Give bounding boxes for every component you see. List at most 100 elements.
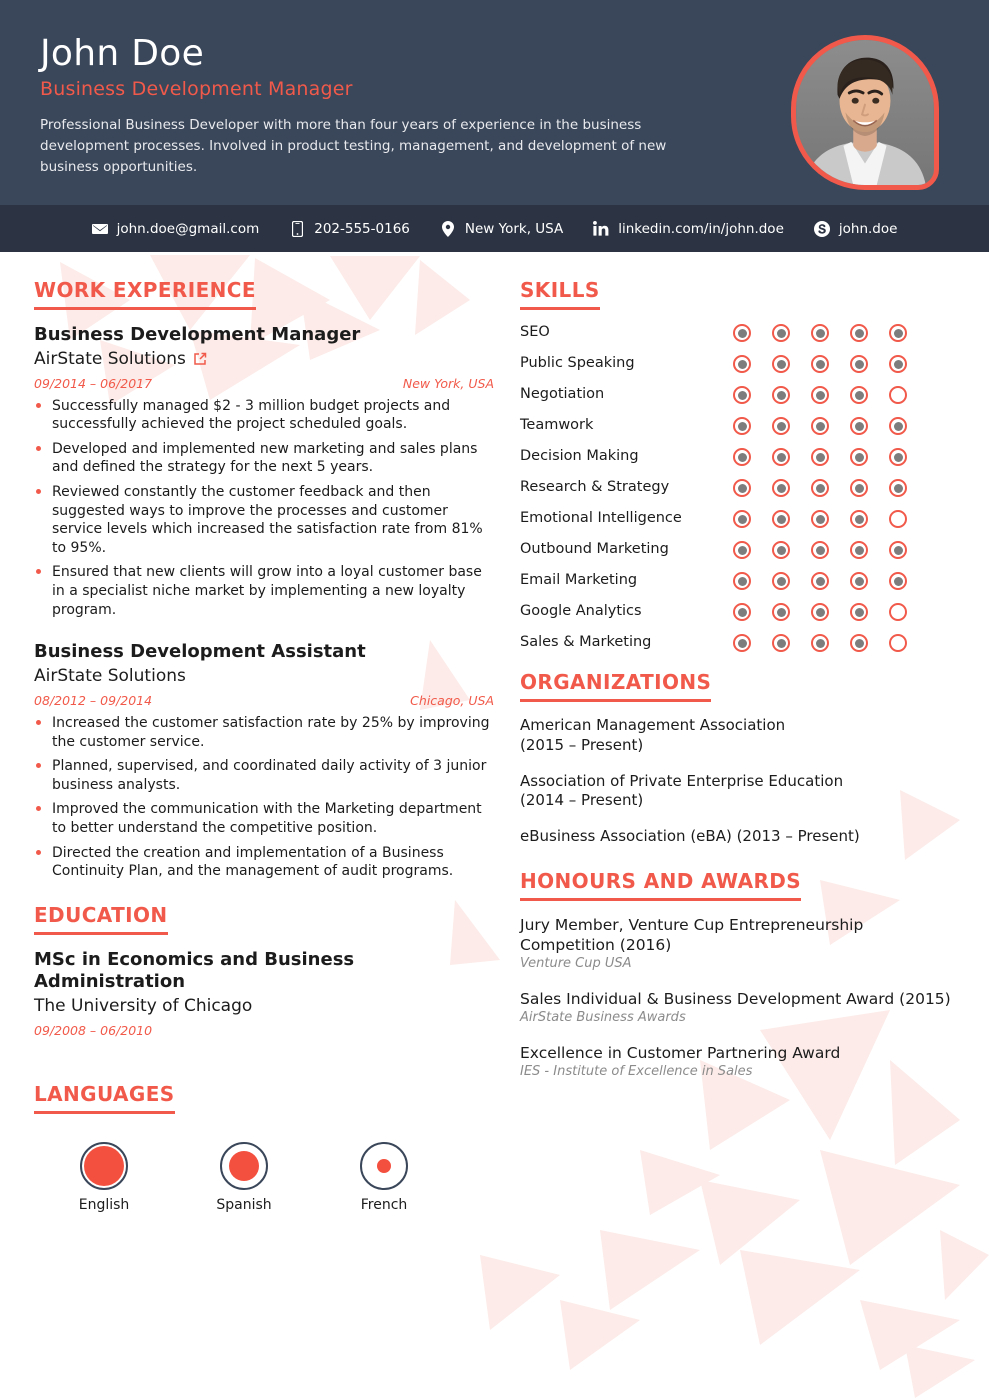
skype-icon (813, 220, 830, 237)
education-entry: MSc in Economics and Business Administra… (34, 949, 494, 1038)
linkedin-icon (593, 221, 609, 237)
skill-dot-filled (733, 448, 751, 466)
work-experience-entry: Business Development Assistant AirState … (34, 641, 494, 880)
job-bullet-list: Successfully managed $2 - 3 million budg… (34, 397, 494, 620)
language-level-fill (84, 1145, 124, 1186)
education-school: The University of Chicago (34, 995, 253, 1016)
contact-item-linkedin[interactable]: linkedin.com/in/john.doe (593, 221, 784, 237)
work-experience-entry: Business Development Manager AirState So… (34, 324, 494, 619)
skill-dot-filled (772, 572, 790, 590)
skill-dot-filled (733, 572, 751, 590)
skill-dot-filled (889, 417, 907, 435)
skill-dot-filled (811, 324, 829, 342)
portrait-photo-icon (796, 40, 934, 185)
skill-dot-filled (811, 603, 829, 621)
skill-dot-filled (889, 479, 907, 497)
skill-dot-filled (850, 355, 868, 373)
skill-dot-filled (850, 386, 868, 404)
skill-dot-filled (850, 572, 868, 590)
language-label: English (78, 1196, 130, 1213)
language-list: English Spanish French (34, 1141, 494, 1213)
skill-label: Sales & Marketing (520, 634, 652, 651)
organization-item: eBusiness Association (eBA) (2013 – Pres… (520, 827, 860, 846)
skill-dot-empty (889, 634, 907, 652)
skill-dot-filled (811, 541, 829, 559)
award-title: Sales Individual & Business Development … (520, 990, 951, 1009)
skill-dot-filled (772, 510, 790, 528)
section-languages: LANGUAGES English Spanish French (34, 1082, 494, 1213)
award-title: Jury Member, Venture Cup Entrepreneurshi… (520, 915, 864, 955)
job-company-row: AirState Solutions (34, 665, 494, 687)
skill-dot-filled (733, 603, 751, 621)
contact-item-phone[interactable]: 202-555-0166 (289, 220, 410, 237)
contact-item-location[interactable]: New York, USA (440, 220, 563, 237)
skill-dot-filled (772, 417, 790, 435)
job-dates: 08/2012 – 09/2014 (34, 692, 153, 708)
job-location: Chicago, USA (410, 692, 494, 708)
skill-row: Negotiation (520, 386, 957, 404)
skill-dot-filled (772, 448, 790, 466)
avatar (791, 35, 939, 190)
language-level-fill (229, 1150, 259, 1181)
job-meta: 08/2012 – 09/2014 Chicago, USA (34, 693, 494, 708)
skill-dot-filled (772, 386, 790, 404)
skill-rating (733, 541, 957, 559)
job-title-subtitle: Business Development Manager (40, 77, 353, 100)
skill-dot-filled (850, 541, 868, 559)
section-organizations: ORGANIZATIONS American Management Associ… (520, 670, 957, 847)
skill-dot-filled (772, 541, 790, 559)
award-title: Excellence in Customer Partnering Award (520, 1044, 841, 1063)
page-title: John Doe (40, 33, 205, 74)
award-item: Excellence in Customer Partnering Award … (520, 1043, 957, 1081)
skill-dot-filled (889, 324, 907, 342)
skill-row: Emotional Intelligence (520, 510, 957, 528)
language-level-ring (360, 1141, 408, 1190)
skill-dot-filled (889, 355, 907, 373)
skill-row: Sales & Marketing (520, 634, 957, 652)
skill-dot-filled (733, 386, 751, 404)
organization-item: American Management Association (2015 – … (520, 716, 786, 754)
phone-icon (289, 220, 305, 237)
language-item-french: French (314, 1141, 454, 1213)
skill-dot-filled (811, 479, 829, 497)
contact-item-skype[interactable]: john.doe (813, 220, 897, 237)
resume-body: WORK EXPERIENCE Business Development Man… (0, 252, 989, 1221)
skill-dot-empty (889, 386, 907, 404)
section-heading-skills: SKILLS (520, 278, 600, 310)
award-organization: AirState Business Awards (520, 1010, 686, 1026)
skill-dot-filled (850, 510, 868, 528)
job-role: Business Development Assistant (34, 641, 366, 663)
skill-label: SEO (520, 324, 550, 341)
skill-dot-filled (733, 355, 751, 373)
language-item-spanish: Spanish (174, 1141, 314, 1213)
language-label: French (360, 1196, 408, 1213)
skill-dot-filled (733, 324, 751, 342)
award-item: Sales Individual & Business Development … (520, 989, 957, 1027)
skill-label: Email Marketing (520, 572, 638, 589)
language-level-ring (220, 1141, 268, 1190)
education-dates: 09/2008 – 06/2010 (34, 1022, 153, 1038)
list-item: Reviewed constantly the customer feedbac… (34, 483, 494, 557)
skill-label: Emotional Intelligence (520, 510, 682, 527)
skill-dot-filled (733, 479, 751, 497)
external-link-icon[interactable] (193, 352, 207, 366)
skill-row: Google Analytics (520, 603, 957, 621)
skill-dot-filled (772, 355, 790, 373)
award-organization: IES - Institute of Excellence in Sales (520, 1064, 753, 1080)
skill-row: Research & Strategy (520, 479, 957, 497)
skill-dot-filled (811, 634, 829, 652)
education-degree: MSc in Economics and Business Administra… (34, 948, 355, 993)
contact-bar: john.doe@gmail.com 202-555-0166 New York… (0, 205, 989, 252)
section-skills: SKILLS SEO Public Speaking Negotiation Team… (520, 278, 957, 652)
resume-page: John Doe Business Development Manager Pr… (0, 0, 989, 1400)
award-organization: Venture Cup USA (520, 956, 632, 972)
skill-label: Research & Strategy (520, 479, 670, 496)
skill-rating (733, 417, 957, 435)
skill-dot-filled (850, 417, 868, 435)
section-heading-education: EDUCATION (34, 903, 168, 935)
skill-rating (733, 386, 957, 404)
skill-dot-filled (772, 603, 790, 621)
skill-dot-empty (889, 510, 907, 528)
skill-label: Public Speaking (520, 355, 635, 372)
contact-item-email[interactable]: john.doe@gmail.com (91, 221, 259, 237)
